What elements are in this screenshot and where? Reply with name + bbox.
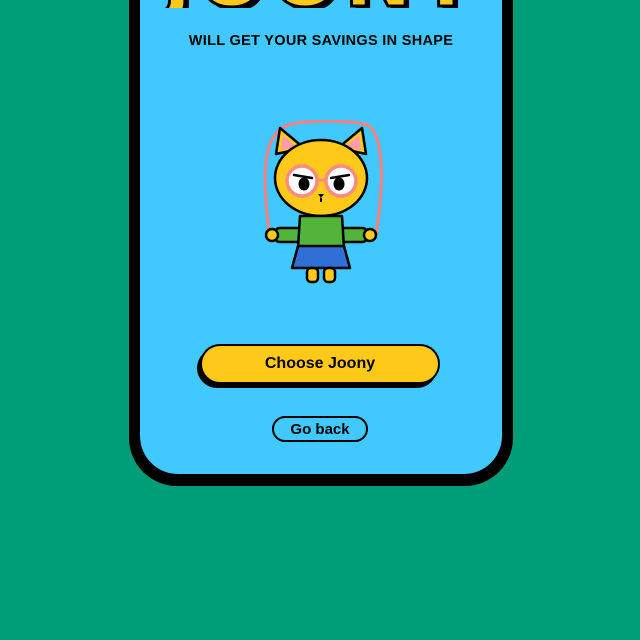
logo-title: JOONY: [140, 0, 502, 8]
app-screen: JOONY WILL GET YOUR SAVINGS IN SHAPE: [140, 0, 502, 474]
cat-jump-rope-icon: [263, 120, 383, 284]
choose-joony-button[interactable]: Choose Joony: [200, 344, 440, 384]
cat-shirt: [296, 214, 346, 250]
cat-skirt: [290, 244, 352, 270]
tagline: WILL GET YOUR SAVINGS IN SHAPE: [188, 33, 454, 49]
go-back-button[interactable]: Go back: [272, 416, 368, 442]
phone-frame: JOONY WILL GET YOUR SAVINGS IN SHAPE: [129, 0, 513, 486]
